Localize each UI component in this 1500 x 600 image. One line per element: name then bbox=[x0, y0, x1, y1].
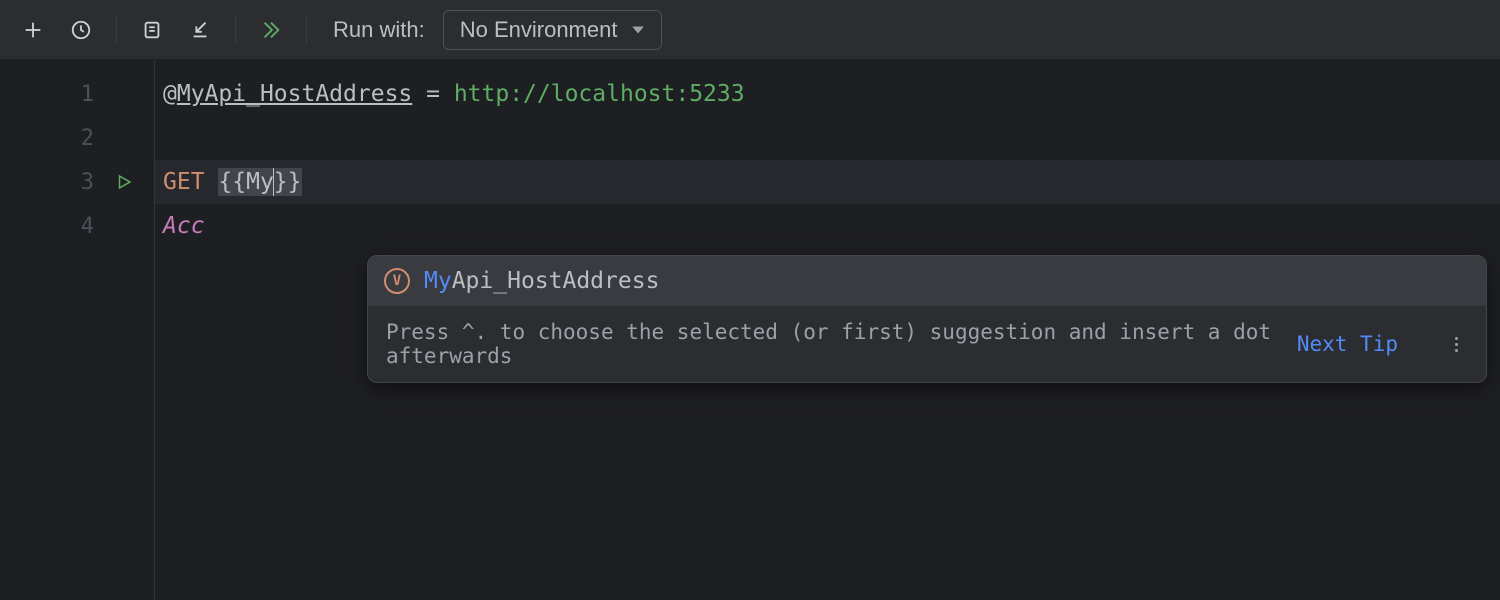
variable-badge-icon: V bbox=[384, 268, 410, 294]
autocomplete-footer: Press ^. to choose the selected (or firs… bbox=[368, 306, 1486, 382]
autocomplete-text: MyApi_HostAddress bbox=[424, 268, 659, 294]
environment-selected: No Environment bbox=[460, 17, 618, 43]
line-number[interactable]: 4 bbox=[0, 204, 154, 248]
line-number[interactable]: 3 bbox=[0, 160, 154, 204]
chevron-down-icon bbox=[631, 23, 645, 37]
code-line-active[interactable]: GET {{My}} bbox=[155, 160, 1500, 204]
code-line[interactable]: Acc bbox=[155, 204, 1500, 248]
autocomplete-item[interactable]: V MyApi_HostAddress bbox=[368, 256, 1486, 306]
separator bbox=[235, 16, 236, 44]
line-number[interactable]: 1 bbox=[0, 72, 154, 116]
next-tip-link[interactable]: Next Tip bbox=[1297, 332, 1398, 356]
line-number[interactable]: 2 bbox=[0, 116, 154, 160]
run-request-icon[interactable] bbox=[112, 170, 136, 194]
toolbar: Run with: No Environment bbox=[0, 0, 1500, 60]
run-with-label: Run with: bbox=[333, 17, 425, 43]
editor: 1 2 3 4 @MyApi_HostAddress = http://loca… bbox=[0, 60, 1500, 600]
autocomplete-hint: Press ^. to choose the selected (or firs… bbox=[386, 320, 1281, 368]
more-options-icon[interactable] bbox=[1444, 332, 1468, 356]
code-line[interactable]: @MyApi_HostAddress = http://localhost:52… bbox=[155, 72, 1500, 116]
separator bbox=[116, 16, 117, 44]
structure-icon[interactable] bbox=[137, 15, 167, 45]
separator bbox=[306, 16, 307, 44]
autocomplete-popup: V MyApi_HostAddress Press ^. to choose t… bbox=[367, 255, 1487, 383]
environment-dropdown[interactable]: No Environment bbox=[443, 10, 663, 50]
history-icon[interactable] bbox=[66, 15, 96, 45]
add-icon[interactable] bbox=[18, 15, 48, 45]
code-line[interactable] bbox=[155, 116, 1500, 160]
code-area[interactable]: @MyApi_HostAddress = http://localhost:52… bbox=[155, 60, 1500, 600]
import-icon[interactable] bbox=[185, 15, 215, 45]
run-all-icon[interactable] bbox=[256, 15, 286, 45]
gutter: 1 2 3 4 bbox=[0, 60, 155, 600]
